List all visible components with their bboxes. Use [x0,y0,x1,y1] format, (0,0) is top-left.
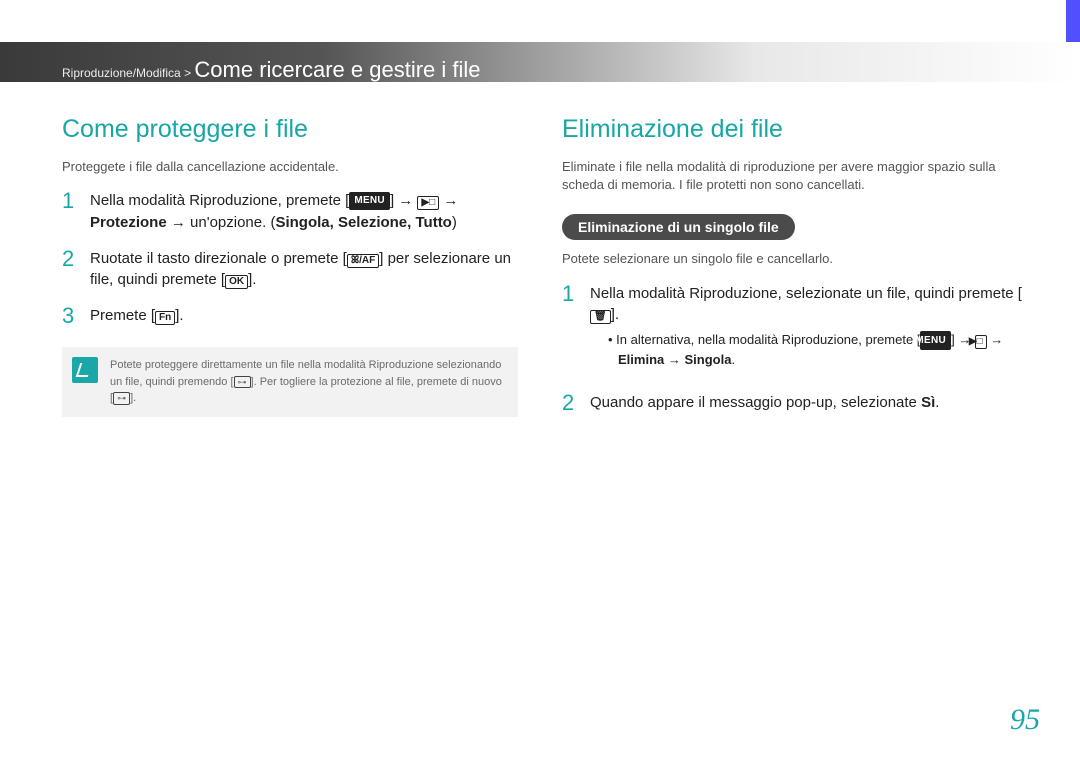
playinfo-icon: ▶□ [417,196,439,210]
text: Premete [ [90,307,155,324]
text-bold: Singola, Selezione, Tutto [275,214,451,231]
step-number: 3 [62,305,78,327]
text-bold: Protezione [90,214,167,231]
text: In alternativa, nella modalità Riproduzi… [616,332,920,347]
breadcrumb: Riproduzione/Modifica > Come ricercare e… [62,53,481,90]
menu-icon: MENU [349,192,390,211]
text-bold: Sì [921,394,935,411]
right-column: Eliminazione dei file Eliminate i file n… [562,115,1022,428]
step-body: Quando appare il messaggio pop-up, selez… [590,392,939,414]
key-lock-icon: ⊶ [234,376,251,389]
breadcrumb-section: Riproduzione/Modifica > [62,66,194,80]
step-body: Premete [Fn]. [90,305,184,327]
text-bold: Singola [684,352,731,367]
text: → [664,352,684,367]
text: Ruotate il tasto direzionale o premete [ [90,250,347,267]
subsection-pill: Eliminazione di un singolo file [562,214,795,240]
right-step-2: 2 Quando appare il messaggio pop-up, sel… [562,392,1022,414]
left-step-1: 1 Nella modalità Riproduzione, premete [… [62,190,522,234]
alt-bullet: In alternativa, nella modalità Riproduzi… [608,330,1022,370]
step-number: 1 [62,190,78,234]
text: ] → [390,192,418,209]
step-body: Nella modalità Riproduzione, premete [ME… [90,190,522,234]
left-title: Come proteggere i file [62,115,522,144]
fn-icon: Fn [155,311,175,325]
left-column: Come proteggere i file Proteggete i file… [62,115,522,428]
manual-page: Riproduzione/Modifica > Come ricercare e… [0,0,1080,765]
text: . [731,352,735,367]
text: ]. [175,307,183,324]
step-body: Ruotate il tasto direzionale o premete [… [90,248,522,292]
left-step-2: 2 Ruotate il tasto direzionale o premete… [62,248,522,292]
tip-note: Potete proteggere direttamente un file n… [62,347,518,417]
text: ]. [130,392,136,404]
step-number: 2 [62,248,78,292]
ok-icon: OK [225,275,248,289]
trash-icon: 🗑 [590,310,611,324]
text-bold: Elimina [618,352,664,367]
right-step-1: 1 Nella modalità Riproduzione, seleziona… [562,283,1022,378]
note-icon [72,357,98,383]
right-sub-intro: Potete selezionare un singolo file e can… [562,250,1022,268]
text: → [439,192,458,209]
text: → un'opzione. ( [167,214,276,231]
playinfo-icon: ▶□ [975,335,987,349]
key-lock-icon: ⊶ [113,392,130,405]
breadcrumb-title: Come ricercare e gestire i file [194,57,480,82]
step-body: Nella modalità Riproduzione, selezionate… [590,283,1022,378]
step-number: 2 [562,392,578,414]
content-columns: Come proteggere i file Proteggete i file… [62,115,1022,428]
text: Nella modalità Riproduzione, selezionate… [590,285,1022,302]
menu-icon: MENU [920,331,951,350]
text: ]. [611,306,619,323]
right-title: Eliminazione dei file [562,115,1022,144]
text: ]. [248,271,256,288]
page-number: 95 [1010,703,1040,737]
text: Quando appare il messaggio pop-up, selez… [590,394,921,411]
note-text: Potete proteggere direttamente un file n… [110,357,504,407]
step-number: 1 [562,283,578,378]
right-intro: Eliminate i file nella modalità di ripro… [562,158,1022,194]
left-step-3: 3 Premete [Fn]. [62,305,522,327]
text: Nella modalità Riproduzione, premete [ [90,192,349,209]
left-intro: Proteggete i file dalla cancellazione ac… [62,158,522,176]
flower-af-icon: ꕤ/AF [347,254,379,268]
text: → [987,332,1004,347]
section-tab [1066,0,1080,46]
text: . [935,394,939,411]
text: ) [452,214,457,231]
